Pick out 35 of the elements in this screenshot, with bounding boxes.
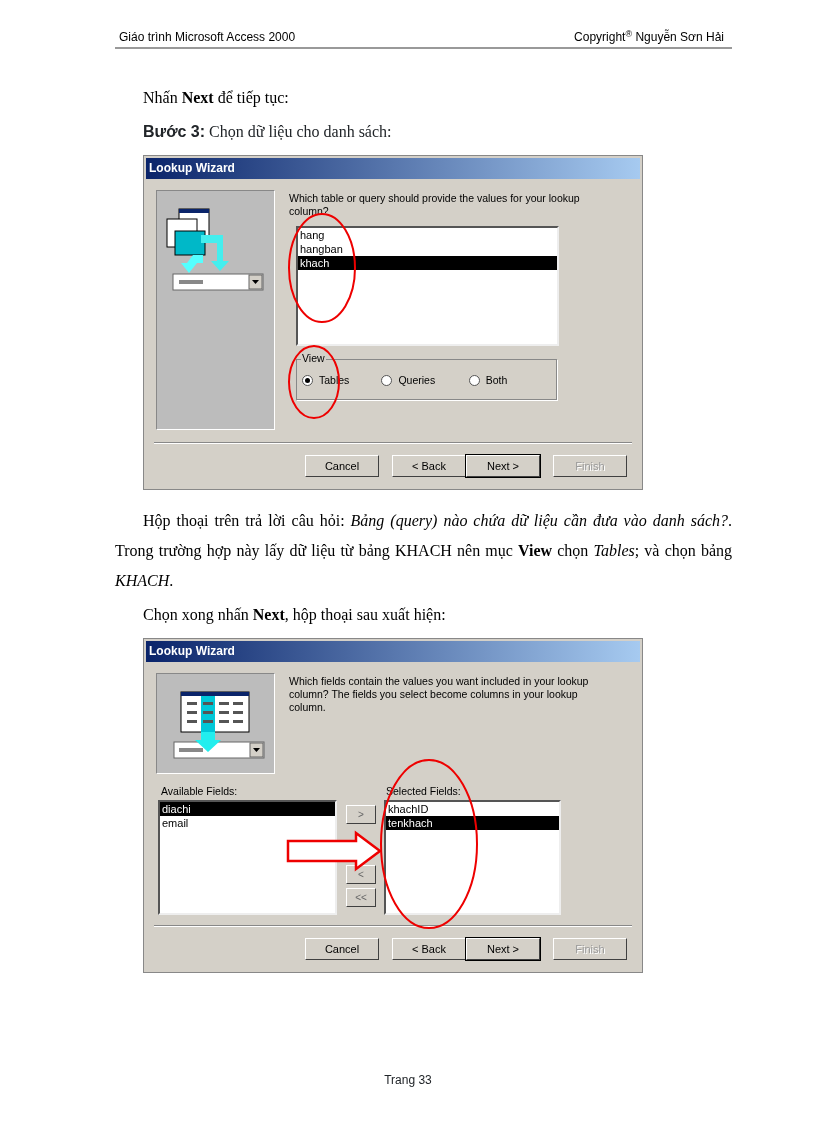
list-item[interactable]: hangban xyxy=(298,242,557,256)
paragraph: Hộp thoại trên trả lời câu hỏi: Bảng (query) nào chứa dữ liệu cần đưa vào danh sách?. Trong trường hợp này lấy dữ liệu từ bảng KHACH nên mục View chọn Tables; và chọn bảng KHACH. xyxy=(115,511,732,591)
move-button[interactable]: > xyxy=(346,805,376,824)
move-button[interactable]: < xyxy=(346,865,376,884)
list-item[interactable]: diachi xyxy=(160,802,335,816)
arrow-icon xyxy=(286,830,383,872)
paragraph: Nhấn Next để tiếp tục: xyxy=(142,88,290,109)
list-item[interactable]: khachID xyxy=(386,802,559,816)
group-label: View xyxy=(301,352,326,364)
wizard-button[interactable]: Cancel xyxy=(305,455,379,477)
list-item[interactable]: hang xyxy=(298,228,557,242)
header-title: Giáo trình Microsoft Access 2000 xyxy=(119,30,296,44)
wizard-button[interactable]: Next > xyxy=(466,938,540,960)
dialog-title: Lookup Wizard xyxy=(146,158,640,179)
dialog-title: Lookup Wizard xyxy=(146,641,640,662)
paragraph: Bước 3: Chọn dữ liệu cho danh sách: xyxy=(142,122,393,142)
radio-option[interactable]: Both xyxy=(468,374,556,386)
field-list[interactable]: khachID tenkhach xyxy=(384,800,561,915)
paragraph: Chọn xong nhấn Next, hộp thoại sau xuất hiện: xyxy=(142,605,447,626)
radio-option[interactable]: Queries xyxy=(381,374,469,386)
prompt-text: Which fields contain the values you want included in your lookup column? The fields you select become columns in your lookup column. xyxy=(289,675,590,715)
wizard-button[interactable]: < Back xyxy=(392,938,466,960)
list-item[interactable]: khach xyxy=(298,256,557,270)
wizard-button[interactable]: Next > xyxy=(466,455,540,477)
header-copyright: Copyright$^{®}$ Nguyễn Sơn Hải xyxy=(574,30,724,44)
prompt-text: Which table or query should provide the values for your lookup column? xyxy=(289,192,581,218)
field-list-label: Available Fields: xyxy=(161,785,239,797)
wizard-button[interactable]: Cancel xyxy=(305,938,379,960)
move-button[interactable]: << xyxy=(346,888,376,907)
field-list[interactable]: diachi email xyxy=(158,800,337,915)
wizard-button[interactable]: < Back xyxy=(392,455,466,477)
page-number: Trang 33 xyxy=(383,1073,433,1087)
list-item[interactable]: tenkhach xyxy=(386,816,559,830)
table-list[interactable]: hang hangban khach xyxy=(296,226,559,346)
list-item[interactable]: email xyxy=(160,816,335,830)
